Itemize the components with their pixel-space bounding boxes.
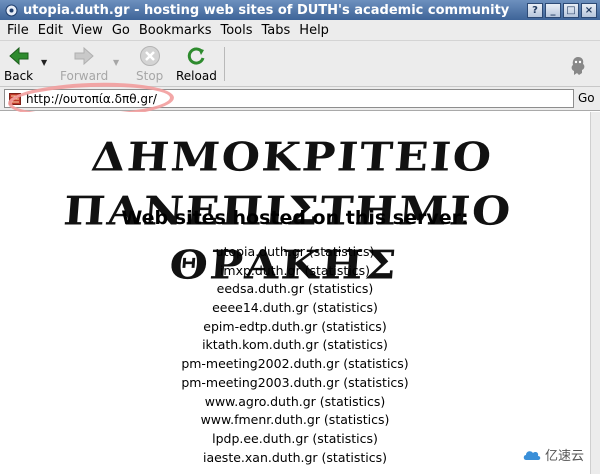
go-button[interactable]: Go	[578, 91, 595, 105]
site-link[interactable]: www.agro.duth.gr (statistics)	[0, 393, 590, 412]
close-button[interactable]: ×	[581, 2, 597, 18]
window-title: utopia.duth.gr - hosting web sites of DU…	[23, 2, 510, 18]
site-link[interactable]: pm-meeting2003.duth.gr (statistics)	[0, 374, 590, 393]
menu-view[interactable]: View	[69, 23, 109, 38]
watermark: 亿速云	[522, 445, 584, 464]
site-link[interactable]: pm-meeting2002.duth.gr (statistics)	[0, 355, 590, 374]
menu-edit[interactable]: Edit	[35, 23, 69, 38]
site-link[interactable]: lpdp.ee.duth.gr (statistics)	[0, 430, 590, 449]
reload-label: Reload	[176, 69, 217, 83]
forward-button[interactable]: Forward	[60, 44, 108, 83]
stop-icon	[138, 44, 162, 68]
url-input[interactable]: http://ουτοπία.δπθ.gr/	[4, 89, 574, 108]
stop-label: Stop	[136, 69, 164, 83]
watermark-cloud-icon	[522, 446, 542, 464]
reload-icon	[184, 44, 208, 68]
help-window-button[interactable]: ?	[527, 2, 543, 18]
hosted-sites-list: utopia.duth.gr (statistics) imxp.duth.gr…	[0, 243, 590, 467]
app-icon	[4, 3, 18, 17]
site-link[interactable]: iktath.kom.duth.gr (statistics)	[0, 336, 590, 355]
menu-bar: File Edit View Go Bookmarks Tools Tabs H…	[0, 20, 600, 41]
site-link[interactable]: www.fmenr.duth.gr (statistics)	[0, 411, 590, 430]
watermark-text: 亿速云	[545, 449, 585, 464]
site-favicon-icon	[9, 92, 21, 105]
university-banner-logo: ΔΗΜΟΚΡΙΤΕΙΟ ΠΑΝΕΠΙΣΤΗΜΙΟ ΘΡΑΚΗΣ	[10, 128, 574, 289]
back-button[interactable]: Back	[4, 44, 33, 83]
site-link[interactable]: eedsa.duth.gr (statistics)	[0, 280, 590, 299]
menu-go[interactable]: Go	[109, 23, 136, 38]
vertical-scrollbar[interactable]	[590, 112, 600, 474]
site-link[interactable]: iaeste.xan.duth.gr (statistics)	[0, 449, 590, 468]
location-bar: http://ουτοπία.δπθ.gr/ Go	[0, 87, 600, 111]
page-heading: Web sites hosted on this server:	[121, 207, 469, 229]
forward-label: Forward	[60, 69, 109, 83]
back-arrow-icon	[7, 44, 31, 68]
minimize-button[interactable]: _	[545, 2, 561, 18]
navigation-toolbar: Back ▼ Forward ▼ Stop Reload	[0, 41, 600, 87]
page-content: ΔΗΜΟΚΡΙΤΕΙΟ ΠΑΝΕΠΙΣΤΗΜΙΟ ΘΡΑΚΗΣ Web site…	[0, 112, 590, 474]
menu-file[interactable]: File	[4, 23, 35, 38]
throbber-icon	[568, 53, 588, 77]
toolbar-separator	[224, 47, 225, 81]
stop-button[interactable]: Stop	[136, 44, 163, 83]
site-link[interactable]: imxp.duth.gr (statistics)	[0, 262, 590, 281]
site-link[interactable]: utopia.duth.gr (statistics)	[0, 243, 590, 262]
forward-history-dropdown-icon[interactable]: ▼	[113, 58, 119, 67]
back-label: Back	[4, 69, 34, 83]
forward-arrow-icon	[72, 44, 96, 68]
menu-tools[interactable]: Tools	[217, 23, 258, 38]
url-text: http://ουτοπία.δπθ.gr/	[26, 91, 157, 106]
window-titlebar: utopia.duth.gr - hosting web sites of DU…	[0, 0, 600, 20]
maximize-button[interactable]: □	[563, 2, 579, 18]
banner-text: ΔΗΜΟΚΡΙΤΕΙΟ ΠΑΝΕΠΙΣΤΗΜΙΟ ΘΡΑΚΗΣ	[61, 134, 515, 289]
site-link[interactable]: epim-edtp.duth.gr (statistics)	[0, 318, 590, 337]
back-history-dropdown-icon[interactable]: ▼	[41, 58, 47, 67]
menu-bookmarks[interactable]: Bookmarks	[136, 23, 218, 38]
reload-button[interactable]: Reload	[176, 44, 217, 83]
site-link[interactable]: eeee14.duth.gr (statistics)	[0, 299, 590, 318]
menu-tabs[interactable]: Tabs	[259, 23, 297, 38]
menu-help[interactable]: Help	[296, 23, 335, 38]
